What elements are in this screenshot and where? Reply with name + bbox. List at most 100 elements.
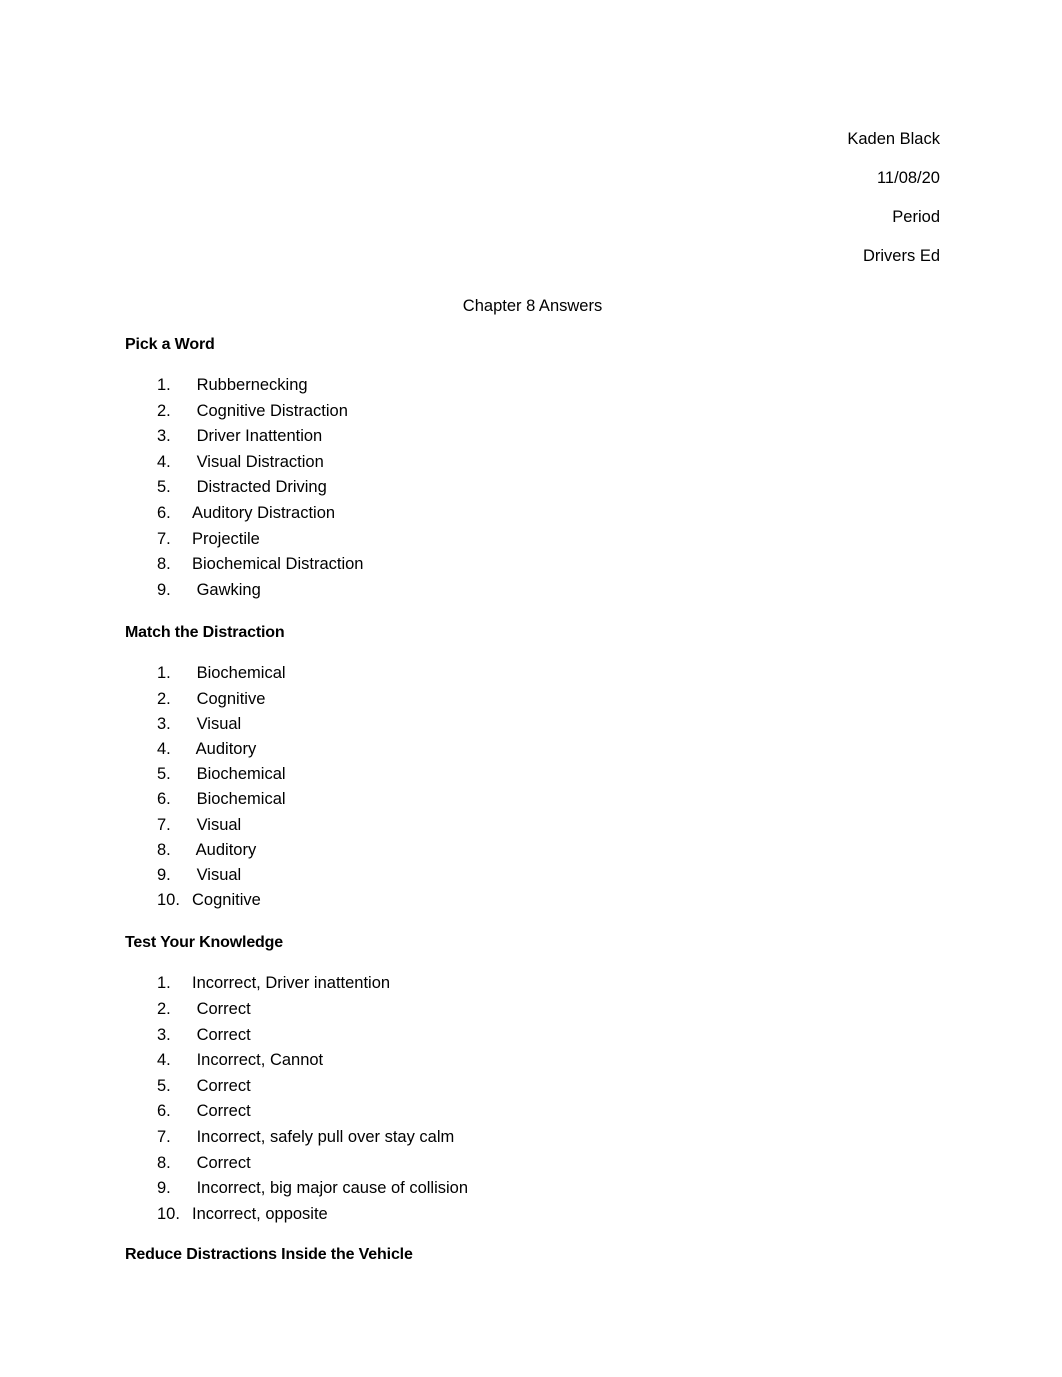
list-item-number: 9. [157, 865, 171, 884]
list-item-text: Correct [192, 1102, 251, 1121]
list-item-number: 10. [157, 1204, 180, 1223]
list-item: 2. Cognitive Distraction [125, 399, 940, 425]
list-item-number: 4. [157, 739, 171, 758]
section-heading-match-the-distraction: Match the Distraction [125, 624, 285, 642]
list-item-number: 1. [157, 664, 171, 683]
list-item: 9. Gawking [125, 578, 940, 604]
list-item: 3. Driver Inattention [125, 424, 940, 450]
list-item: 5. Distracted Driving [125, 475, 940, 501]
list-item-number: 5. [157, 1076, 171, 1095]
list-item: 2. Cognitive [125, 687, 940, 712]
list-item-number: 9. [157, 580, 171, 599]
list-item-text: Incorrect, big major cause of collision [192, 1179, 469, 1198]
header-line-date: 11/08/20 [876, 169, 940, 187]
document-header-block: Kaden Black 11/08/20 Period Drivers Ed [125, 0, 940, 276]
list-item: 9. Visual [125, 863, 940, 888]
list-item: 3. Visual [125, 712, 940, 737]
list-item: 7. Incorrect, safely pull over stay calm [125, 1125, 940, 1151]
list-pick-a-word: 1. Rubbernecking 2. Cognitive Distractio… [125, 373, 940, 603]
list-item-number: 6. [157, 1102, 171, 1121]
list-item-number: 4. [157, 1051, 171, 1070]
list-item-number: 5. [157, 478, 171, 497]
list-item-text: Biochemical [192, 765, 286, 784]
list-item-number: 8. [157, 555, 171, 574]
list-item-text: Incorrect, safely pull over stay calm [192, 1127, 455, 1146]
list-item-text: Visual [192, 714, 242, 733]
list-item-text: Driver Inattention [192, 427, 323, 446]
document-content: Kaden Black 11/08/20 Period Drivers Ed C… [125, 0, 940, 1265]
list-item-number: 3. [157, 1025, 171, 1044]
section-heading-reduce-distractions-inside-the-vehicle: Reduce Distractions Inside the Vehicle [125, 1246, 413, 1264]
list-item: 8. Auditory [125, 838, 940, 863]
list-item: 1. Rubbernecking [125, 373, 940, 399]
list-item-text: Biochemical [192, 664, 286, 683]
list-item-text: Visual Distraction [192, 452, 324, 471]
list-item: 1. Incorrect, Driver inattention [125, 971, 940, 997]
list-item: 5. Correct [125, 1074, 940, 1100]
list-item-text: Auditory [192, 739, 257, 758]
header-line-period: Period [892, 208, 940, 226]
list-item-text: Auditory Distraction [192, 503, 336, 522]
list-item: 4. Incorrect, Cannot [125, 1048, 940, 1074]
list-item-text: Cognitive [192, 891, 261, 910]
list-item-text: Incorrect, Cannot [192, 1051, 324, 1070]
section-heading-pick-a-word: Pick a Word [125, 336, 215, 353]
list-item: 7. Projectile [125, 527, 940, 553]
list-item: 5. Biochemical [125, 762, 940, 787]
list-item: 4. Visual Distraction [125, 450, 940, 476]
list-item-number: 5. [157, 765, 171, 784]
list-item: 2. Correct [125, 997, 940, 1023]
list-item-number: 1. [157, 974, 171, 993]
header-line-name: Kaden Black [847, 130, 940, 148]
section-heading-test-your-knowledge: Test Your Knowledge [125, 934, 284, 952]
list-item-text: Visual [192, 865, 242, 884]
list-item-number: 10. [157, 891, 180, 910]
list-item-text: Gawking [192, 580, 261, 599]
list-item-number: 7. [157, 1127, 171, 1146]
list-item-text: Correct [192, 1076, 251, 1095]
list-item-number: 9. [157, 1179, 171, 1198]
list-item-text: Cognitive [192, 689, 266, 708]
list-item: 6. Biochemical [125, 787, 940, 812]
list-item-text: Cognitive Distraction [192, 401, 348, 420]
list-item-text: Correct [192, 999, 251, 1018]
list-item-number: 8. [157, 1153, 171, 1172]
list-item-number: 1. [157, 376, 171, 394]
list-item-number: 6. [157, 503, 171, 522]
list-match-the-distraction: 1. Biochemical 2. Cognitive 3. Visual 4.… [125, 661, 940, 913]
list-item-number: 3. [157, 427, 171, 446]
list-item-number: 7. [157, 529, 171, 548]
list-item-text: Incorrect, opposite [192, 1204, 328, 1223]
header-line-course: Drivers Ed [862, 247, 940, 265]
list-item-number: 4. [157, 452, 171, 471]
list-item: 9. Incorrect, big major cause of collisi… [125, 1176, 940, 1202]
list-item: 10. Cognitive [125, 888, 940, 913]
list-item-number: 8. [157, 840, 171, 859]
list-item-text: Incorrect, Driver inattention [192, 974, 391, 993]
list-item: 8. Correct [125, 1151, 940, 1177]
list-item-text: Biochemical Distraction [192, 555, 364, 574]
document-page: Kaden Black 11/08/20 Period Drivers Ed C… [0, 0, 1062, 1377]
list-item: 4. Auditory [125, 737, 940, 762]
list-item-number: 2. [157, 999, 171, 1018]
list-item-number: 7. [157, 815, 171, 834]
document-title: Chapter 8 Answers [462, 297, 603, 315]
list-item: 7. Visual [125, 813, 940, 838]
list-item: 3. Correct [125, 1023, 940, 1049]
list-item-text: Projectile [192, 529, 260, 548]
list-item-text: Correct [192, 1025, 251, 1044]
list-item-text: Biochemical [192, 790, 286, 809]
list-item-text: Auditory [192, 840, 257, 859]
list-item-text: Visual [192, 815, 242, 834]
list-item-text: Distracted Driving [192, 478, 327, 497]
list-item: 6. Auditory Distraction [125, 501, 940, 527]
list-item-text: Correct [192, 1153, 251, 1172]
list-test-your-knowledge: 1. Incorrect, Driver inattention 2. Corre… [125, 971, 940, 1227]
list-item: 8. Biochemical Distraction [125, 552, 940, 578]
list-item-number: 2. [157, 689, 171, 708]
list-item-text: Rubbernecking [192, 376, 308, 394]
list-item-number: 6. [157, 790, 171, 809]
list-item: 6. Correct [125, 1099, 940, 1125]
list-item-number: 3. [157, 714, 171, 733]
list-item: 10. Incorrect, opposite [125, 1202, 940, 1228]
